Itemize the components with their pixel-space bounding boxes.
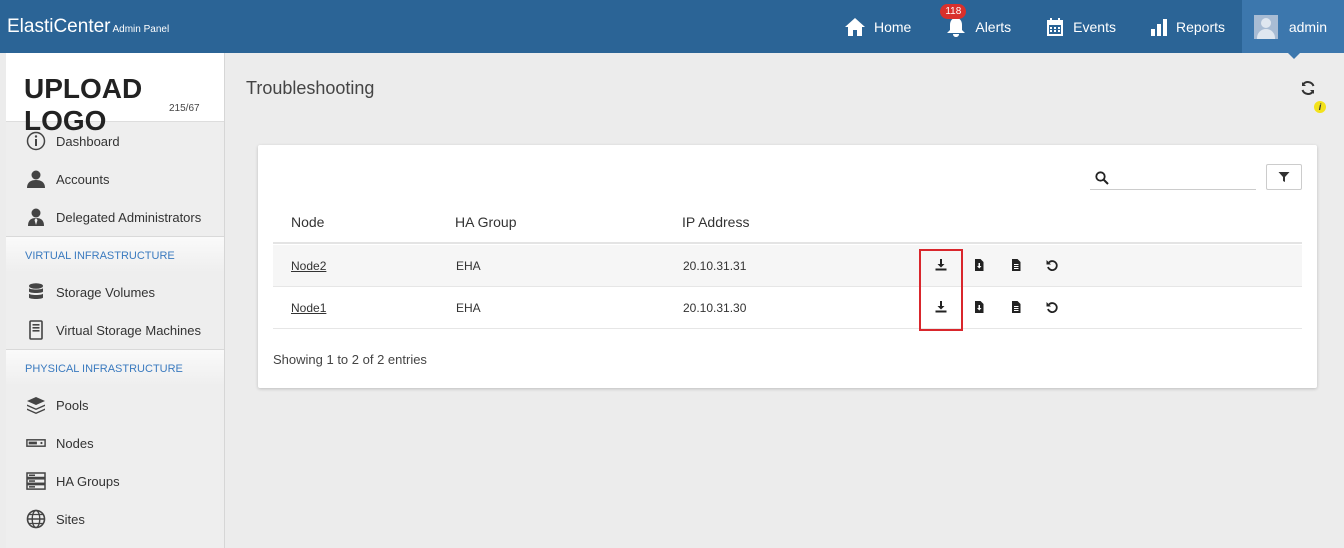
sidebar-item-sites[interactable]: Sites — [6, 500, 224, 538]
file-text-icon[interactable] — [1009, 300, 1023, 314]
sidebar-item-nodes[interactable]: Nodes — [6, 424, 224, 462]
sidebar-item-accounts[interactable]: Accounts — [6, 160, 224, 198]
section-physical-infrastructure: PHYSICAL INFRASTRUCTURE — [6, 349, 224, 386]
column-header-node[interactable]: Node — [291, 214, 324, 230]
top-nav: Home 118 Alerts Events Reports admin — [827, 0, 1344, 59]
file-text-icon[interactable] — [1009, 258, 1023, 272]
section-virtual-infrastructure: VIRTUAL INFRASTRUCTURE — [6, 236, 224, 273]
globe-icon — [26, 509, 46, 529]
refresh-button[interactable] — [1300, 80, 1316, 101]
ip-address-cell: 20.10.31.30 — [683, 301, 747, 315]
alerts-badge: 118 — [940, 4, 967, 19]
sidebar-item-pools[interactable]: Pools — [6, 386, 224, 424]
server-tower-icon — [26, 320, 46, 340]
sidebar-item-label: Delegated Administrators — [56, 209, 202, 225]
sidebar: UPLOAD LOGO 215/67 Dashboard Accounts De… — [6, 53, 225, 548]
ip-address-cell: 20.10.31.31 — [683, 259, 747, 273]
nav-admin-label: admin — [1288, 18, 1327, 35]
nav-alerts[interactable]: 118 Alerts — [928, 0, 1028, 53]
sidebar-item-label: Storage Volumes — [56, 284, 156, 300]
sidebar-item-delegated-administrators[interactable]: Delegated Administrators — [6, 198, 224, 236]
sidebar-item-virtual-storage-machines[interactable]: Virtual Storage Machines — [6, 311, 224, 349]
sidebar-item-label: Sites — [56, 511, 85, 527]
nav-alerts-label: Alerts — [975, 18, 1012, 35]
table-row: Node1 EHA 20.10.31.30 — [273, 287, 1302, 329]
filter-icon — [1278, 172, 1290, 182]
filter-button[interactable] — [1266, 164, 1302, 190]
node-link[interactable]: Node1 — [291, 301, 326, 315]
nav-home-label: Home — [874, 18, 912, 35]
undo-icon[interactable] — [1045, 258, 1059, 272]
column-header-ha-group[interactable]: HA Group — [455, 214, 516, 230]
column-header-ip-address[interactable]: IP Address — [682, 214, 749, 230]
user-tie-icon — [26, 207, 46, 227]
info-marker-icon[interactable]: i — [1314, 101, 1326, 113]
server-stack-icon — [26, 471, 46, 491]
top-navbar: ElastiCenter Admin Panel Home 118 Alerts … — [0, 0, 1344, 59]
sidebar-item-label: Accounts — [56, 171, 110, 187]
refresh-icon — [1301, 81, 1315, 95]
sidebar-item-label: HA Groups — [56, 473, 120, 489]
nav-events[interactable]: Events — [1028, 0, 1133, 53]
node-link[interactable]: Node2 — [291, 259, 326, 273]
sidebar-item-storage-volumes[interactable]: Storage Volumes — [6, 273, 224, 311]
node-bar-icon — [26, 433, 46, 453]
brand-subtitle: Admin Panel — [112, 24, 170, 35]
layers-icon — [26, 395, 46, 415]
nav-reports-label: Reports — [1175, 18, 1225, 35]
search-icon — [1095, 171, 1109, 185]
file-download-icon[interactable] — [972, 300, 986, 314]
home-icon — [845, 17, 865, 36]
nav-reports[interactable]: Reports — [1133, 0, 1242, 53]
table-row: Node2 EHA 20.10.31.31 — [273, 245, 1302, 287]
avatar — [1254, 14, 1278, 39]
ha-group-cell: EHA — [456, 301, 481, 315]
sidebar-item-label: Nodes — [56, 435, 94, 451]
nav-home[interactable]: Home — [827, 0, 928, 53]
download-column-highlight — [919, 249, 963, 331]
table-header-divider — [273, 242, 1302, 244]
brand-name: ElastiCenter — [7, 16, 111, 37]
user-icon — [26, 169, 46, 189]
search-field[interactable] — [1090, 165, 1256, 190]
undo-icon[interactable] — [1045, 300, 1059, 314]
nav-admin-user[interactable]: admin — [1242, 0, 1344, 59]
troubleshooting-table-card: Node HA Group IP Address Node2 EHA 20.10… — [258, 145, 1317, 388]
database-icon — [26, 282, 46, 302]
ha-group-cell: EHA — [456, 259, 481, 273]
file-download-icon[interactable] — [972, 258, 986, 272]
logo-dimensions: 215/67 — [169, 103, 200, 114]
bar-chart-icon — [1150, 18, 1167, 36]
sidebar-item-label: Pools — [56, 397, 89, 413]
table-info: Showing 1 to 2 of 2 entries — [273, 352, 427, 367]
nav-events-label: Events — [1073, 18, 1116, 35]
page-title: Troubleshooting — [246, 78, 375, 98]
logo-area[interactable]: UPLOAD LOGO 215/67 — [6, 53, 224, 136]
calendar-icon — [1047, 17, 1064, 36]
sidebar-item-label: Virtual Storage Machines — [56, 322, 202, 338]
brand[interactable]: ElastiCenter Admin Panel — [7, 16, 169, 38]
sidebar-item-ha-groups[interactable]: HA Groups — [6, 462, 224, 500]
